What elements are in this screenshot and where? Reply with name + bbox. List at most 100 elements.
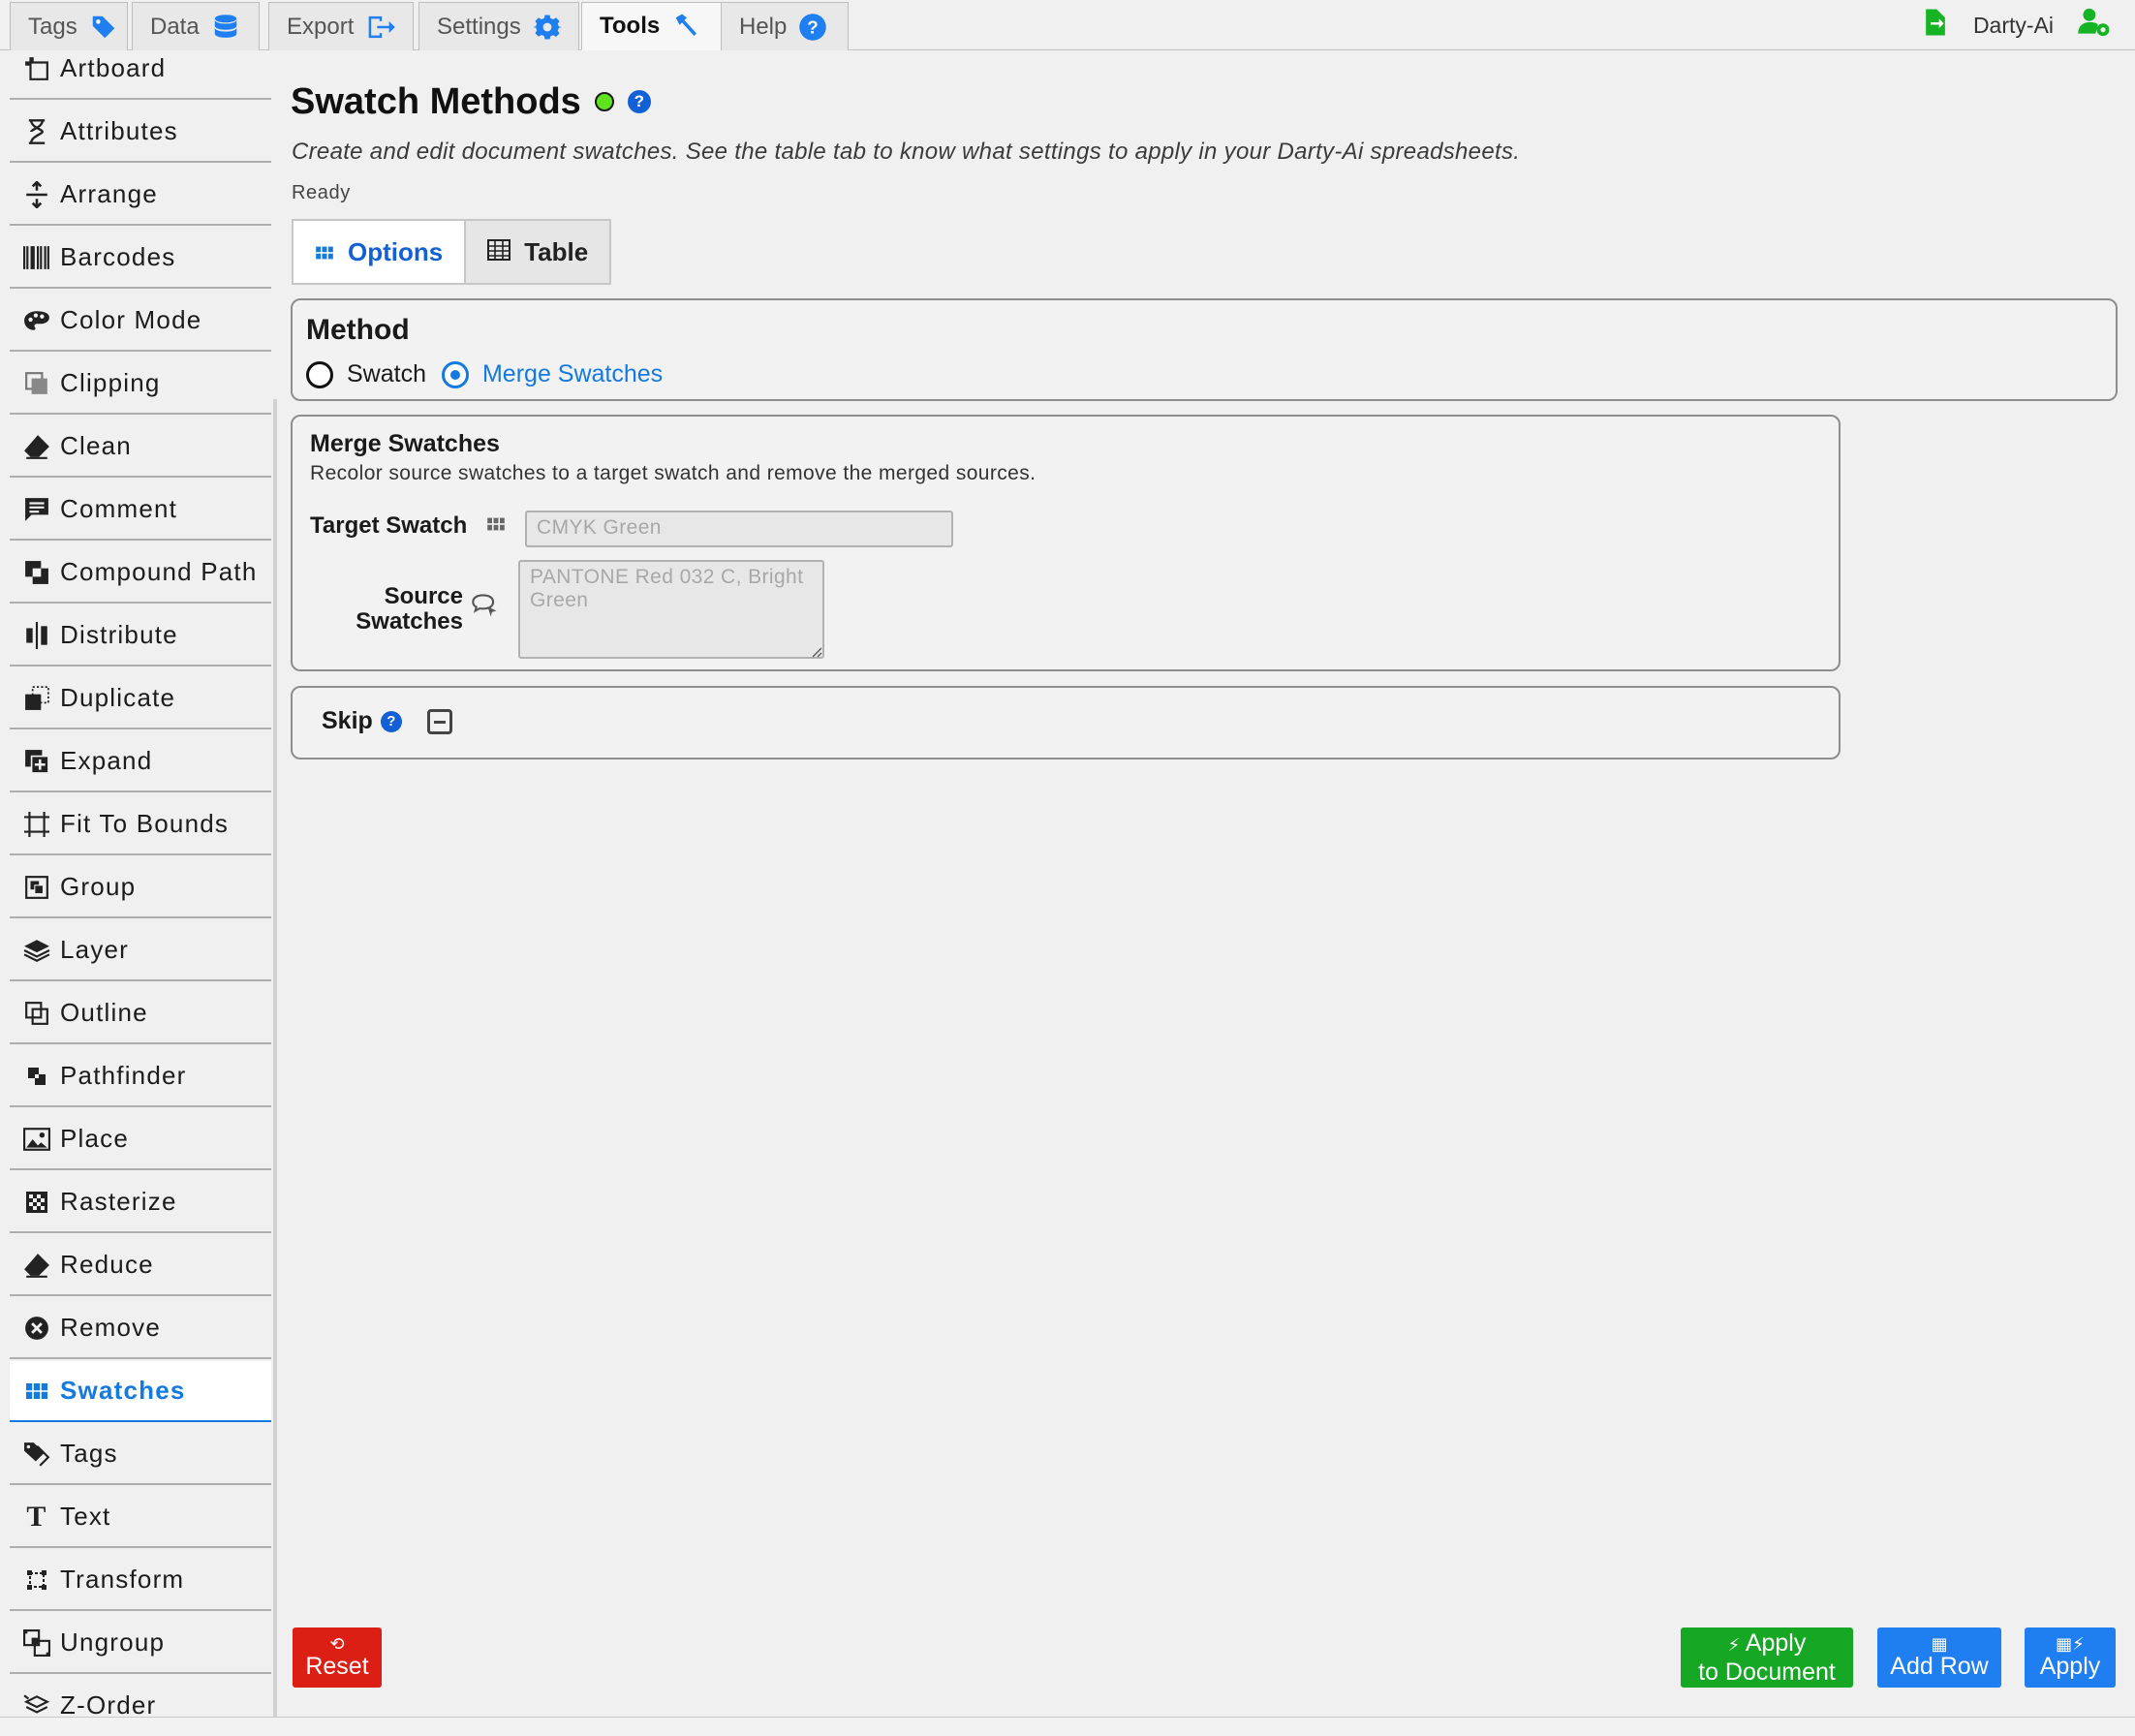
skip-header[interactable]: Skip ?: [322, 707, 452, 735]
pathfinder-icon: [23, 1063, 50, 1090]
sidebar-item-label: Z-Order: [60, 1690, 157, 1717]
reset-button[interactable]: ⟲ Reset: [293, 1628, 382, 1688]
help-icon[interactable]: ?: [627, 90, 651, 113]
skip-panel: Skip ?: [291, 686, 1841, 760]
sidebar-item-text[interactable]: T Text: [10, 1487, 271, 1548]
table-lightning-icon: ▦⚡: [2056, 1634, 2085, 1654]
sidebar-item-attributes[interactable]: Attributes: [10, 102, 271, 163]
sidebar-item-expand[interactable]: Expand: [10, 731, 271, 792]
sidebar-item-label: Expand: [60, 746, 153, 775]
reset-label: Reset: [305, 1653, 369, 1680]
tab-table[interactable]: Table: [466, 219, 612, 285]
sidebar-item-duplicate[interactable]: Duplicate: [10, 668, 271, 729]
swatches-icon: [315, 237, 334, 267]
tab-export[interactable]: Export: [268, 2, 414, 50]
lightning-icon: ⚡: [1727, 1635, 1741, 1655]
sidebar-item-group[interactable]: Group: [10, 857, 271, 918]
source-swatches-label: Source Swatches: [347, 584, 463, 635]
tag-select-icon: [471, 593, 500, 625]
apply-button[interactable]: ▦⚡ Apply: [2025, 1628, 2116, 1688]
sidebar-item-compound-path[interactable]: Compound Path: [10, 542, 271, 604]
tab-tools-label: Tools: [600, 13, 661, 39]
sidebar-item-comment[interactable]: Comment: [10, 480, 271, 541]
sidebar-item-pathfinder[interactable]: Pathfinder: [10, 1046, 271, 1107]
apply-to-document-button[interactable]: ⚡ Apply to Document: [1681, 1628, 1853, 1688]
distribute-icon: [23, 621, 50, 649]
section-tabs: Options Table: [292, 219, 612, 285]
sidebar-item-remove[interactable]: Remove: [10, 1298, 271, 1359]
sidebar-item-clipping[interactable]: Clipping: [10, 354, 271, 415]
source-swatches-label-line2: Swatches: [356, 608, 463, 635]
radio-merge-swatches-label[interactable]: Merge Swatches: [482, 360, 663, 388]
sidebar-scrollbar[interactable]: [273, 399, 277, 1717]
target-swatch-label: Target Swatch: [310, 512, 468, 539]
tab-tags[interactable]: Tags: [10, 2, 128, 50]
collapse-icon[interactable]: [426, 708, 452, 734]
help-icon[interactable]: ?: [380, 710, 402, 732]
target-swatch-input[interactable]: CMYK Green: [525, 511, 953, 547]
add-row-label: Add Row: [1890, 1653, 1989, 1680]
tags-icon: [23, 1441, 50, 1468]
table-add-icon: ▦: [1931, 1634, 1948, 1654]
sidebar-item-color-mode[interactable]: Color Mode: [10, 291, 271, 352]
user-settings-icon[interactable]: [2077, 6, 2112, 45]
sidebar-item-fit-to-bounds[interactable]: Fit To Bounds: [10, 794, 271, 855]
source-swatches-textarea[interactable]: PANTONE Red 032 C, Bright Green: [518, 560, 824, 659]
sidebar-item-barcodes[interactable]: Barcodes: [10, 228, 271, 289]
sidebar-item-label: Barcodes: [60, 242, 176, 271]
remove-icon: [23, 1315, 50, 1342]
apply-label: Apply: [2039, 1653, 2101, 1680]
status-text: Ready: [292, 182, 351, 203]
sidebar-item-swatches[interactable]: Swatches: [10, 1361, 271, 1422]
sidebar-item-place[interactable]: Place: [10, 1109, 271, 1170]
sidebar-item-clean[interactable]: Clean: [10, 417, 271, 478]
sidebar-item-label: Rasterize: [60, 1187, 177, 1216]
radio-merge-swatches[interactable]: [441, 360, 469, 388]
tab-options[interactable]: Options: [292, 219, 467, 285]
sidebar-item-artboard[interactable]: Artboard: [10, 50, 271, 100]
resize-handle-icon[interactable]: [811, 645, 822, 663]
status-indicator: [594, 92, 614, 111]
swatches-icon: [23, 1378, 50, 1405]
sidebar-item-label: Place: [60, 1124, 130, 1153]
sidebar-item-ungroup[interactable]: Ungroup: [10, 1613, 271, 1674]
logout-icon[interactable]: [1921, 7, 1950, 44]
transform-icon: [23, 1566, 50, 1594]
sidebar-item-distribute[interactable]: Distribute: [10, 605, 271, 666]
artboard-icon: [23, 55, 50, 82]
reset-icon: ⟲: [329, 1634, 345, 1654]
sidebar-item-label: Color Mode: [60, 305, 202, 334]
page-title: Swatch Methods: [291, 80, 581, 122]
sidebar-item-arrange[interactable]: Arrange: [10, 165, 271, 226]
sidebar-item-layer[interactable]: Layer: [10, 920, 271, 981]
database-icon: [211, 13, 240, 42]
outline-icon: [23, 1000, 50, 1027]
barcode-icon: [23, 244, 50, 271]
source-swatches-label-line1: Source: [384, 583, 463, 609]
tab-tools[interactable]: Tools: [581, 2, 727, 50]
sidebar-item-reduce[interactable]: Reduce: [10, 1235, 271, 1296]
tab-settings[interactable]: Settings: [418, 2, 579, 50]
tab-data-label: Data: [150, 13, 200, 40]
tab-data[interactable]: Data: [132, 2, 260, 50]
radio-swatch-label[interactable]: Swatch: [347, 360, 426, 388]
sidebar-item-z-order[interactable]: Z-Order: [10, 1676, 271, 1717]
method-title: Method: [306, 314, 410, 346]
sidebar-item-label: Remove: [60, 1313, 162, 1342]
tag-icon: [89, 13, 118, 42]
sidebar-item-rasterize[interactable]: Rasterize: [10, 1172, 271, 1233]
sidebar-item-label: Swatches: [60, 1376, 186, 1405]
method-radio-group: Swatch Merge Swatches: [306, 360, 663, 388]
sidebar-item-label: Clean: [60, 431, 132, 460]
sidebar-item-label: Transform: [60, 1565, 185, 1594]
sidebar-item-transform[interactable]: Transform: [10, 1550, 271, 1611]
sidebar-item-tags[interactable]: Tags: [10, 1424, 271, 1485]
radio-swatch[interactable]: [306, 360, 333, 388]
add-row-button[interactable]: ▦ Add Row: [1877, 1628, 2001, 1688]
sidebar-item-outline[interactable]: Outline: [10, 983, 271, 1044]
bottom-divider: [0, 1717, 2135, 1736]
tab-help[interactable]: Help ?: [721, 2, 849, 50]
apply-to-document-label-line2: to Document: [1698, 1658, 1836, 1686]
page-description: Create and edit document swatches. See t…: [292, 139, 1521, 165]
compound-path-icon: [23, 559, 50, 586]
